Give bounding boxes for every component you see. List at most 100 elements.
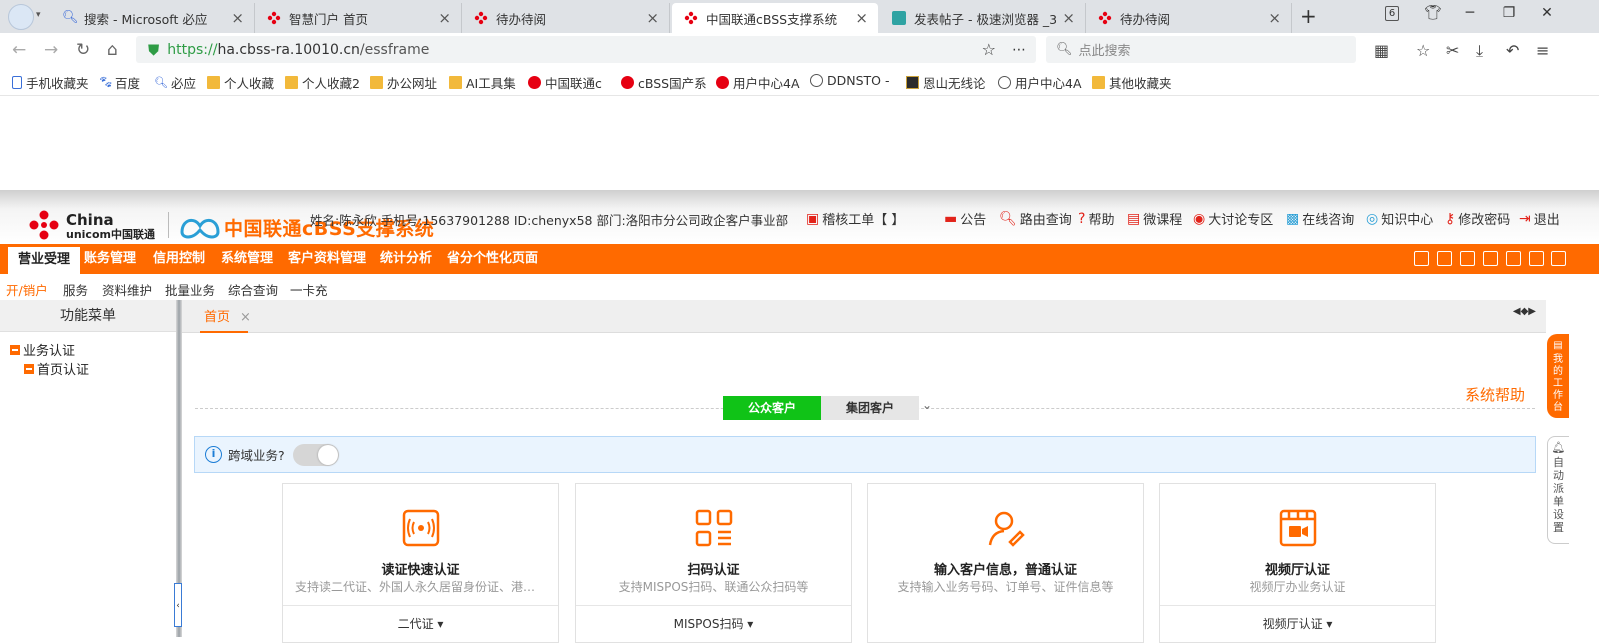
close-icon[interactable]: ×: [1268, 9, 1281, 27]
card-select[interactable]: MISPOS扫码 ▾: [576, 615, 851, 632]
download-icon[interactable]: ⤓: [1476, 41, 1483, 61]
chevron-down-icon[interactable]: ▾: [36, 10, 41, 20]
shield-icon[interactable]: ⛊: [148, 41, 159, 59]
chevron-down-icon[interactable]: ⌄: [922, 398, 932, 412]
layout-icon-1[interactable]: [1460, 251, 1475, 266]
nav-tab-stats[interactable]: 统计分析: [380, 244, 432, 274]
auth-card-manual[interactable]: 输入客户信息，普通认证 支持输入业务号码、订单号、证件信息等: [867, 483, 1144, 643]
nav-tab-province[interactable]: 省分个性化页面: [447, 244, 538, 274]
nav-tab-business[interactable]: 营业受理: [8, 244, 81, 274]
nav-tab-customer[interactable]: 客户资料管理: [288, 244, 366, 274]
bookmark-item[interactable]: 恩山无线论: [906, 73, 986, 92]
bookmark-item[interactable]: 用户中心4A: [716, 73, 800, 92]
bookmark-item[interactable]: cBSS国产系: [621, 73, 707, 92]
subnav-recharge[interactable]: 一卡充: [290, 280, 328, 299]
close-icon[interactable]: ×: [646, 9, 659, 27]
bookmark-folder[interactable]: AI工具集: [449, 73, 516, 92]
collapse-panel-button[interactable]: ‹: [174, 583, 182, 627]
tree-node-business-auth[interactable]: 业务认证: [10, 340, 75, 359]
layout-icon-5[interactable]: [1551, 251, 1566, 266]
url-input[interactable]: ⛊ https:// ha.cbss-ra.10010.cn /essframe…: [136, 36, 1036, 63]
restore-icon[interactable]: ❐: [1496, 5, 1522, 21]
home-icon[interactable]: ⌂: [107, 40, 118, 60]
header-link-notice[interactable]: ▬ 公告: [944, 209, 986, 229]
card-select[interactable]: 二代证 ▾: [283, 615, 558, 632]
bookmark-folder[interactable]: 办公网址: [370, 73, 437, 92]
auth-card-id-reader[interactable]: 读证快速认证 支持读二代证、外国人永久居留身份证、港澳... 二代证 ▾: [282, 483, 559, 643]
dollar-icon[interactable]: [1437, 251, 1452, 266]
nav-tab-credit[interactable]: 信用控制: [153, 244, 205, 274]
bookmark-item[interactable]: 🔍︎ 必应: [154, 73, 196, 92]
header-link-logout[interactable]: ⇥ 退出: [1519, 209, 1560, 229]
bookmark-folder[interactable]: 其他收藏夹: [1092, 73, 1172, 92]
layout-icon-4[interactable]: [1529, 251, 1544, 266]
header-link-password[interactable]: ⚷ 修改密码: [1445, 209, 1510, 229]
menu-icon[interactable]: ≡: [1536, 41, 1549, 60]
my-workbench-button[interactable]: ▤ 我的工作台: [1547, 334, 1569, 418]
subnav-service[interactable]: 服务: [63, 280, 88, 299]
auth-card-qr[interactable]: 扫码认证 支持MISPOS扫码、联通公众扫码等 MISPOS扫码 ▾: [575, 483, 852, 643]
header-link-course[interactable]: ▤ 微课程: [1127, 209, 1182, 229]
bookmark-folder[interactable]: 个人收藏2: [285, 73, 360, 92]
header-link-knowledge[interactable]: ◎ 知识中心: [1366, 209, 1433, 229]
header-link-discussion[interactable]: ◉ 大讨论专区: [1193, 209, 1273, 229]
browser-tab-360[interactable]: 发表帖子 - 极速浏览器 _360 ×: [880, 3, 1086, 33]
more-icon[interactable]: ⋯: [1012, 42, 1026, 58]
subnav-data-maintenance[interactable]: 资料维护: [102, 280, 152, 299]
user-switch-icon[interactable]: [1414, 251, 1429, 266]
customer-type-group[interactable]: 集团客户: [821, 396, 919, 420]
tab-count-badge[interactable]: 6: [1385, 6, 1399, 21]
system-help-link[interactable]: 系统帮助: [1465, 384, 1525, 405]
auth-card-video[interactable]: 视频厅认证 视频厅办业务认证 视频厅认证 ▾: [1159, 483, 1436, 643]
browser-tab-portal[interactable]: 智慧门户 首页 ×: [255, 3, 462, 33]
close-icon[interactable]: ×: [231, 9, 244, 27]
header-link-audit[interactable]: ▣ 稽核工单【 】: [806, 209, 904, 229]
bookmark-item[interactable]: 中国联通c: [528, 73, 602, 92]
bookmark-folder[interactable]: 个人收藏: [207, 73, 274, 92]
bookmark-item[interactable]: DDNSTO -: [810, 73, 890, 88]
tab-scroll-arrows-icon[interactable]: ◀◆▶: [1513, 306, 1536, 317]
nav-tab-system[interactable]: 系统管理: [221, 244, 273, 274]
close-icon[interactable]: ×: [1062, 9, 1075, 27]
auto-dispatch-button[interactable]: 🔔︎ 自动派单设置: [1547, 436, 1569, 544]
customer-type-public[interactable]: 公众客户: [723, 396, 821, 420]
apps-grid-icon[interactable]: ▦: [1374, 41, 1389, 60]
subnav-query[interactable]: 综合查询: [228, 280, 278, 299]
close-icon[interactable]: ×: [438, 9, 451, 27]
skin-icon[interactable]: 👕︎: [1420, 5, 1446, 21]
nav-tab-accounting[interactable]: 账务管理: [84, 244, 136, 274]
subnav-batch[interactable]: 批量业务: [165, 280, 215, 299]
header-link-route[interactable]: 🔍︎ 路由查询: [999, 209, 1072, 229]
header-link-help[interactable]: ? 帮助: [1078, 209, 1114, 229]
bookmark-item[interactable]: 🐾︎ 百度: [98, 73, 140, 92]
forward-icon[interactable]: →: [44, 40, 58, 60]
layout-icon-2[interactable]: [1483, 251, 1498, 266]
collapse-icon[interactable]: [10, 344, 20, 355]
collapse-icon[interactable]: [24, 363, 34, 374]
layout-icon-3[interactable]: [1506, 251, 1521, 266]
bookmark-item[interactable]: 用户中心4A: [998, 73, 1082, 92]
back-icon[interactable]: ←: [12, 40, 26, 60]
subnav-open-close[interactable]: 开/销户: [6, 280, 48, 299]
scissors-icon[interactable]: ✂: [1446, 41, 1459, 60]
minimize-icon[interactable]: ─: [1457, 5, 1483, 21]
search-input[interactable]: 🔍︎ 点此搜索: [1046, 36, 1356, 63]
close-window-icon[interactable]: ✕: [1534, 5, 1560, 21]
browser-tab-todo[interactable]: 待办待阅 ×: [462, 3, 670, 33]
tree-node-home-auth[interactable]: 首页认证: [24, 359, 89, 378]
header-link-consult[interactable]: ▩ 在线咨询: [1286, 209, 1354, 229]
new-tab-button[interactable]: +: [1300, 4, 1317, 28]
card-select[interactable]: 视频厅认证 ▾: [1160, 615, 1435, 632]
reload-icon[interactable]: ↻: [76, 40, 90, 60]
browser-tab-todo-2[interactable]: 待办待阅 ×: [1086, 3, 1292, 33]
profile-avatar-icon[interactable]: [8, 4, 34, 30]
favorites-icon[interactable]: ☆: [1416, 41, 1430, 60]
bookmark-star-icon[interactable]: ☆: [982, 40, 996, 59]
bookmark-item[interactable]: 手机收藏夹: [12, 73, 89, 92]
close-icon[interactable]: ×: [855, 9, 868, 27]
cross-domain-toggle[interactable]: [292, 443, 339, 466]
close-icon[interactable]: ×: [240, 310, 251, 325]
browser-tab-bing[interactable]: 🔍︎ 搜索 - Microsoft 必应 ×: [50, 3, 255, 33]
undo-icon[interactable]: ↶: [1506, 41, 1519, 60]
browser-tab-cbss[interactable]: 中国联通cBSS支撑系统 ×: [672, 3, 878, 33]
